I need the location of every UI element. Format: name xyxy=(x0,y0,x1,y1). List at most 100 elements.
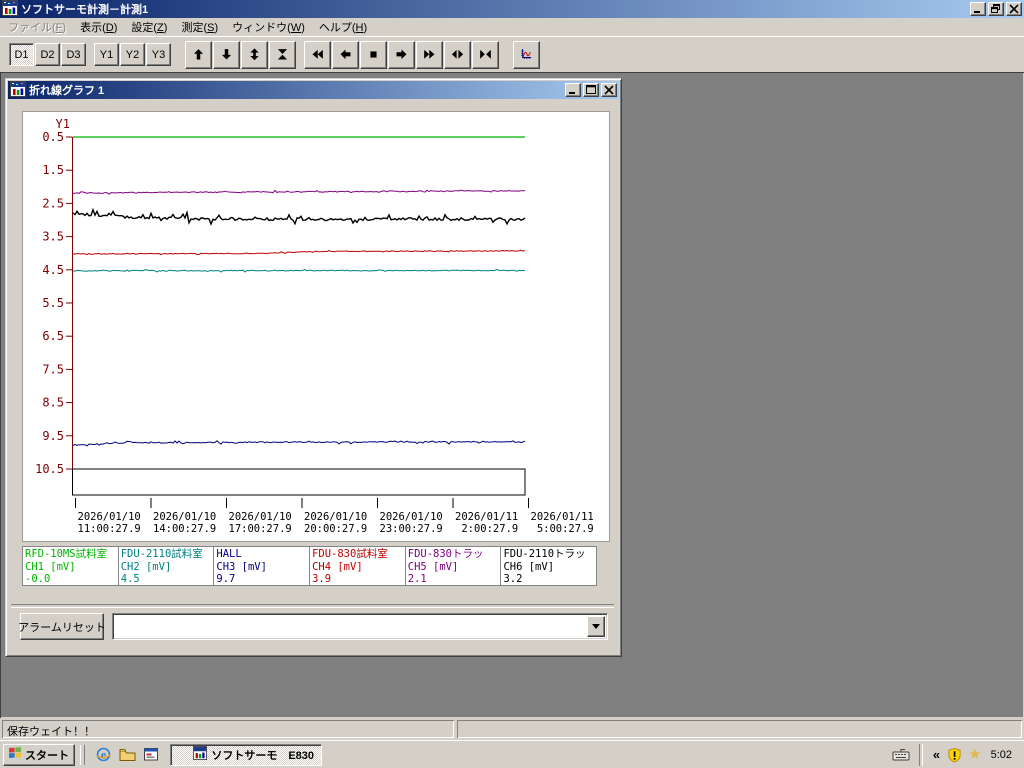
svg-text:1.5: 1.5 xyxy=(42,163,64,177)
legend-ch_label: CH4 [mV] xyxy=(312,560,363,573)
toolbar-button-y2[interactable]: Y2 xyxy=(120,43,145,66)
task-button-softthermo[interactable]: ソフトサーモ E830 xyxy=(170,743,322,766)
menu-item-1[interactable]: 表示(D) xyxy=(73,17,124,37)
chart-panel: Y1 0.5 1.5 2.5 3.5 4.5 5.5 6.5 7.5 8.5 9.5 10.5 2026… xyxy=(22,111,610,542)
svg-text:e: e xyxy=(100,748,106,762)
close-icon[interactable] xyxy=(1006,2,1022,16)
taskbar: スタート e ソフトサーモ E830 « ★ 5:02 xyxy=(0,740,1024,768)
svg-text:2026/01/10: 2026/01/10 xyxy=(304,511,367,523)
legend-value: 3.2 xyxy=(503,573,523,585)
legend-cell-ch1: RFD-10MS試料室 CH1 [mV] -0.0 xyxy=(22,546,119,586)
svg-text:4.5: 4.5 xyxy=(42,263,64,277)
collapse-vertical-icon xyxy=(277,49,288,60)
task-button-label: ソフトサーモ E830 xyxy=(211,749,315,762)
app-icon xyxy=(2,0,18,19)
alarm-combobox[interactable] xyxy=(112,613,608,640)
taskbar-handle[interactable] xyxy=(80,744,85,765)
mdi-workspace: 折れ線グラフ 1 Y1 0.5 1.5 2.5 3.5 4.5 5.5 6.5 7.5 8.5 9.… xyxy=(0,72,1024,718)
status-message: 保存ウェイト！！ xyxy=(2,720,454,738)
main-titlebar[interactable]: ソフトサーモ計測－計測1 xyxy=(0,0,1024,18)
menu-item-5[interactable]: ヘルプ(H) xyxy=(312,17,374,37)
graph-window-titlebar[interactable]: 折れ線グラフ 1 xyxy=(8,80,619,100)
folder-icon[interactable] xyxy=(118,746,136,764)
svg-text:2:00:27.9: 2:00:27.9 xyxy=(455,523,518,535)
collapse-horizontal-icon xyxy=(480,49,491,59)
separator xyxy=(11,604,614,608)
toolbar-button-stop[interactable] xyxy=(360,40,387,69)
maximize-button[interactable] xyxy=(583,83,599,97)
toolbar-button-down-arrow[interactable] xyxy=(213,40,240,69)
legend-value: 2.1 xyxy=(407,573,427,585)
menu-item-2[interactable]: 設定(Z) xyxy=(124,17,174,37)
legend-cell-ch2: FDU-2110試料室 CH2 [mV] 4.5 xyxy=(117,546,215,586)
window-icon[interactable] xyxy=(142,746,160,764)
toolbar-button-y1[interactable]: Y1 xyxy=(94,43,119,66)
alarm-combobox-value[interactable] xyxy=(116,617,585,636)
app-icon xyxy=(175,745,208,765)
toolbar-button-y3[interactable]: Y3 xyxy=(146,43,171,66)
graph-window-title: 折れ線グラフ 1 xyxy=(29,85,105,97)
tray-expand-chevrons[interactable]: « xyxy=(933,747,940,762)
series-ch6 xyxy=(72,207,526,226)
tray-clock: 5:02 xyxy=(990,748,1012,761)
legend-name: FDU-2110試料室 xyxy=(120,548,203,560)
graph-window-icon xyxy=(10,80,26,100)
toolbar-button-d3[interactable]: D3 xyxy=(61,43,86,66)
menubar: ファイル(F) 表示(D) 設定(Z) 測定(S) ウィンドウ(W) ヘルプ(H) xyxy=(0,18,1024,36)
svg-text:2026/01/10: 2026/01/10 xyxy=(78,511,141,523)
toolbar-button-fast-forward[interactable] xyxy=(416,40,443,69)
legend-value: 4.5 xyxy=(120,573,140,585)
fast-forward-icon xyxy=(424,49,435,59)
graph-window: 折れ線グラフ 1 Y1 0.5 1.5 2.5 3.5 4.5 5.5 6.5 7.5 8.5 9.… xyxy=(5,78,622,657)
svg-text:23:00:27.9: 23:00:27.9 xyxy=(380,523,443,535)
step-forward-icon xyxy=(396,49,407,60)
star-icon[interactable]: ★ xyxy=(968,747,981,762)
toolbar-button-expand-vertical[interactable] xyxy=(241,40,268,69)
svg-text:2026/01/10: 2026/01/10 xyxy=(229,511,292,523)
toolbar-button-rewind[interactable] xyxy=(304,40,331,69)
line-chart: Y10.5 1.5 2.5 3.5 4.5 5.5 6.5 7.5 8.5 9.5 10.5 2026… xyxy=(35,117,594,535)
toolbar-button-up-arrow[interactable] xyxy=(185,40,212,69)
expand-vertical-icon xyxy=(250,48,259,61)
toolbar-button-expand-horizontal[interactable] xyxy=(444,40,471,69)
legend-cell-ch6: FDU-2110トラッ CH6 [mV] 3.2 xyxy=(500,546,598,586)
alarm-reset-button[interactable]: アラームリセット xyxy=(18,613,106,640)
svg-text:9.5: 9.5 xyxy=(42,429,64,443)
toolbar-button-d1[interactable]: D1 xyxy=(9,43,34,66)
menu-item-4[interactable]: ウィンドウ(W) xyxy=(225,17,312,37)
graph-settings-icon xyxy=(521,49,532,59)
internet-explorer-icon[interactable]: e xyxy=(94,746,112,764)
svg-text:2026/01/11: 2026/01/11 xyxy=(531,511,594,523)
svg-text:11:00:27.9: 11:00:27.9 xyxy=(78,523,141,535)
toolbar-button-collapse-horizontal[interactable] xyxy=(472,40,499,69)
step-back-icon xyxy=(340,49,351,60)
legend-cell-ch3: HALL CH3 [mV] 9.7 xyxy=(213,546,311,586)
legend-ch_label: CH1 [mV] xyxy=(25,560,76,573)
toolbar-button-graph-settings[interactable] xyxy=(513,40,540,69)
security-shield-icon[interactable] xyxy=(947,747,962,763)
svg-text:2.5: 2.5 xyxy=(42,196,64,210)
svg-text:14:00:27.9: 14:00:27.9 xyxy=(153,523,216,535)
toolbar-button-d2[interactable]: D2 xyxy=(35,43,60,66)
legend-ch_label: CH6 [mV] xyxy=(503,560,555,573)
minimize-button[interactable] xyxy=(565,83,581,97)
toolbar-button-step-forward[interactable] xyxy=(388,40,415,69)
toolbar-button-step-back[interactable] xyxy=(332,40,359,69)
start-button[interactable]: スタート xyxy=(3,743,75,766)
menu-item-0: ファイル(F) xyxy=(8,22,67,34)
combobox-dropdown-button[interactable] xyxy=(587,616,605,637)
toolbar-button-collapse-vertical[interactable] xyxy=(269,40,296,69)
series-ch2 xyxy=(72,268,526,273)
minimize-button[interactable] xyxy=(970,2,986,16)
svg-text:6.5: 6.5 xyxy=(42,329,64,343)
close-icon[interactable] xyxy=(601,83,617,97)
svg-text:2026/01/10: 2026/01/10 xyxy=(380,511,443,523)
system-tray: « ★ 5:02 xyxy=(889,743,1021,767)
series-ch5 xyxy=(72,189,526,195)
menu-item-3[interactable]: 測定(S) xyxy=(174,17,225,37)
svg-text:0.5: 0.5 xyxy=(42,130,64,144)
legend-ch_label: CH2 [mV] xyxy=(120,560,172,573)
keyboard-icon[interactable] xyxy=(892,748,910,762)
restore-button[interactable] xyxy=(988,2,1004,16)
toolbar: D1 D2 D3 Y1 Y2 Y3 xyxy=(0,36,1024,72)
